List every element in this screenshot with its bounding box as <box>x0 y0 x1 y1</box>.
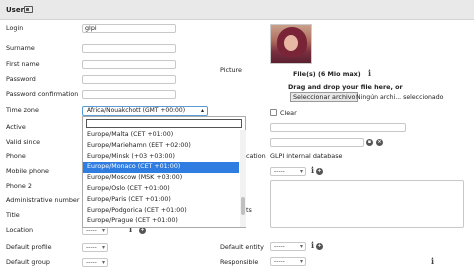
admin-number-label: Administrative number <box>6 196 80 204</box>
category-select[interactable]: ----- <box>270 167 306 176</box>
form-title: User <box>6 6 25 14</box>
time-zone-option[interactable]: Europe/Moscow (MSK +03:00) <box>83 173 239 184</box>
title-label: Title <box>6 211 20 219</box>
valid-since-label: Valid since <box>6 138 41 146</box>
time-zone-option[interactable]: Europe/Paris (CET +01:00) <box>83 195 239 206</box>
right-field-active[interactable] <box>270 123 406 132</box>
authentication-value: GLPI internal database <box>270 152 343 160</box>
time-zone-selected: Africa/Nouakchott (GMT +00:00) <box>87 107 186 114</box>
valid-until-input[interactable] <box>270 138 364 147</box>
first-name-label: First name <box>6 60 40 68</box>
surname-label: Surname <box>6 44 35 52</box>
comments-textarea[interactable] <box>270 180 464 228</box>
default-entity-label: Default entity <box>220 243 264 251</box>
password-label: Password <box>6 75 36 83</box>
default-entity-select[interactable]: ----- <box>270 242 306 251</box>
clear-checkbox[interactable] <box>270 109 277 116</box>
responsible-label: Responsible <box>220 258 259 266</box>
time-zone-dropdown[interactable]: Europe/Malta (CET +01:00) Europe/Marieham… <box>82 116 246 228</box>
time-zone-option[interactable]: Europe/Minsk (+03 +03:00) <box>83 152 239 163</box>
default-group-select[interactable]: ----- <box>82 258 108 267</box>
location-label: Location <box>6 226 34 234</box>
entity-add-icon[interactable]: + <box>316 243 323 250</box>
clear-date-icon[interactable]: × <box>376 139 383 146</box>
password-confirmation-label: Password confirmation <box>6 90 79 98</box>
time-zone-option[interactable]: Europe/Mariehamn (EET +02:00) <box>83 141 239 152</box>
password-input[interactable] <box>82 75 176 84</box>
default-profile-select[interactable]: ----- <box>82 243 108 252</box>
location-add-icon[interactable]: + <box>139 227 146 234</box>
drop-text: Drag and drop your file here, or <box>288 83 403 91</box>
category-info-icon[interactable]: i <box>311 165 314 175</box>
responsible-select[interactable]: ----- <box>270 257 306 266</box>
file-select-button[interactable]: Seleccionar archivo <box>290 92 359 102</box>
time-zone-label: Time zone <box>6 106 39 114</box>
form-header: User <box>0 0 474 20</box>
authentication-label: cation <box>246 152 266 160</box>
chevron-up-icon: ▴ <box>200 107 204 114</box>
files-info-icon[interactable]: i <box>368 68 371 78</box>
responsible-info-icon[interactable]: i <box>431 256 434 266</box>
login-input[interactable]: glpi <box>82 24 176 33</box>
first-name-input[interactable] <box>82 60 176 69</box>
avatar-face <box>284 35 298 51</box>
time-zone-option[interactable]: Europe/Oslo (CET +01:00) <box>83 184 239 195</box>
comments-label: ts <box>246 206 252 214</box>
clear-label: Clear <box>280 109 297 117</box>
default-profile-label: Default profile <box>6 243 52 251</box>
card-icon <box>24 6 33 13</box>
calendar-icon[interactable]: ▪ <box>366 139 373 146</box>
entity-info-icon[interactable]: i <box>311 240 314 250</box>
phone2-label: Phone 2 <box>6 182 32 190</box>
default-group-label: Default group <box>6 258 50 266</box>
file-status-text: Ningún archi... seleccionado <box>356 94 444 101</box>
time-zone-search-input[interactable] <box>86 119 242 128</box>
phone-label: Phone <box>6 152 26 160</box>
time-zone-option[interactable]: Europe/Monaco (CET +01:00) <box>83 162 239 174</box>
time-zone-option[interactable]: Europe/Prague (CET +01:00) <box>83 216 239 227</box>
dropdown-scrollbar-thumb[interactable] <box>241 197 245 215</box>
category-add-icon[interactable]: + <box>316 168 323 175</box>
time-zone-option[interactable]: Europe/Podgorica (CET +01:00) <box>83 206 239 217</box>
mobile-phone-label: Mobile phone <box>6 167 49 175</box>
picture-label: Picture <box>220 66 242 74</box>
login-label: Login <box>6 24 24 32</box>
time-zone-select[interactable]: Africa/Nouakchott (GMT +00:00) ▴ <box>82 106 208 116</box>
active-label: Active <box>6 123 26 131</box>
time-zone-option[interactable]: Europe/Malta (CET +01:00) <box>83 130 239 141</box>
surname-input[interactable] <box>82 44 176 53</box>
files-label: File(s) (6 Mio max) <box>293 70 361 78</box>
password-confirmation-input[interactable] <box>82 90 176 99</box>
user-avatar <box>270 24 312 64</box>
time-zone-options: Europe/Malta (CET +01:00) Europe/Marieham… <box>83 130 239 227</box>
